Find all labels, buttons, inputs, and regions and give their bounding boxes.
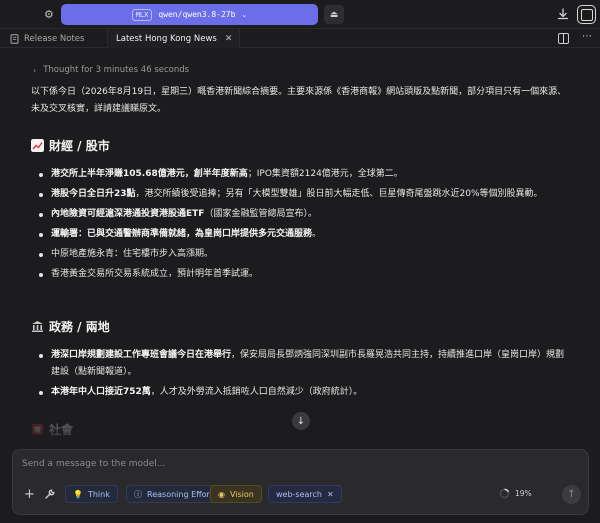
chevron-right-icon: › [33, 65, 37, 75]
chip-label: Vision [229, 489, 254, 499]
finance-list: 港交所上半年淨賺105.68億港元，創半年度新高；IPO集資額2124億港元，全… [38, 166, 572, 286]
tab-bar: Release Notes Latest Hong Kong News ✕ ⋯ [0, 28, 600, 48]
send-button[interactable]: ↑ [562, 485, 581, 504]
thought-label: Thought for 3 minutes 46 seconds [43, 65, 190, 75]
list-item: 本港年中人口接近752萬，人才及外勞流入抵銷咗人口自然減少（政府統計）。 [38, 384, 572, 401]
tab-label: Release Notes [24, 33, 85, 44]
list-item: 中原地產施永青：住宅樓市步入高漲期。 [38, 246, 572, 263]
government-icon [32, 321, 43, 332]
plus-icon[interactable]: + [24, 488, 35, 501]
eject-model-button[interactable]: ⏏ [324, 5, 344, 24]
chip-label: web-search [276, 489, 323, 499]
list-item: 運輸署：已與交通警辦商準備就緒，為皇崗口岸提供多元交通服務。 [38, 226, 572, 243]
message-composer: + 💡 Think ⓘ Reasoning Effort ◉ Vision we… [12, 449, 589, 515]
message-input[interactable] [22, 457, 562, 471]
context-usage-indicator: 19% [499, 488, 532, 499]
web-search-chip[interactable]: web-search ✕ [268, 485, 342, 503]
more-icon[interactable]: ⋯ [582, 31, 592, 42]
chip-label: Think [87, 489, 110, 499]
tab-release-notes[interactable]: Release Notes [0, 29, 108, 48]
intro-paragraph: 以下係今日（2026年8月19日，星期三）嘅香港新聞綜合摘要。主要來源係《香港商… [31, 87, 567, 114]
document-icon [10, 33, 19, 44]
section-heading-government: 政務 / 兩地 [31, 318, 110, 335]
list-item: 內地險資可經滬深港通投資港股通ETF（國家金融監管總局宣布）。 [38, 206, 572, 223]
list-item: 港股今日全日升23點，港交所績後受追捧；另有「大模型雙雄」股日前大幅走低、巨星傳… [38, 186, 572, 203]
model-selector[interactable]: MLX qwen/qwen3.8-27b ⌄ [61, 4, 318, 25]
bulb-icon: 💡 [73, 489, 83, 499]
section-title: 政務 / 兩地 [49, 320, 110, 334]
tab-latest-hong-kong-news[interactable]: Latest Hong Kong News ✕ [108, 29, 240, 48]
list-item: 港深口岸規劃建設工作專班會議今日在港舉行，保安局局長鄧炳強同深圳副市長羅晃浩共同… [38, 347, 572, 381]
window-toggle-icon[interactable] [577, 5, 596, 24]
chart-icon [31, 139, 44, 152]
list-item: 港交所上半年淨賺105.68億港元，創半年度新高；IPO集資額2124億港元，全… [38, 166, 572, 183]
tab-label: Latest Hong Kong News [116, 33, 217, 44]
thought-toggle[interactable]: › Thought for 3 minutes 46 seconds [33, 65, 189, 75]
model-name: qwen/qwen3.8-27b [158, 10, 236, 19]
close-icon[interactable]: ✕ [327, 490, 334, 499]
gear-icon[interactable]: ⚙ [44, 9, 55, 20]
vision-toggle[interactable]: ◉ Vision [210, 485, 262, 503]
chat-content: › Thought for 3 minutes 46 seconds 以下係今日… [0, 49, 600, 447]
section-title: 財經 / 股市 [49, 139, 110, 153]
progress-ring-icon [499, 488, 510, 499]
split-view-icon[interactable] [558, 33, 569, 44]
wrench-icon[interactable] [44, 488, 56, 500]
download-icon[interactable] [556, 7, 570, 21]
list-item: 香港黃金交易所交易系統成立，預計明年首季試運。 [38, 266, 572, 283]
eye-icon: ◉ [218, 489, 225, 499]
context-usage-label: 19% [515, 489, 532, 498]
scroll-to-bottom-button[interactable]: ↓ [292, 412, 310, 430]
info-icon: ⓘ [134, 489, 142, 499]
chip-label: Reasoning Effort [147, 489, 213, 499]
reasoning-effort-button[interactable]: ⓘ Reasoning Effort [126, 485, 221, 503]
top-bar: ⚙ MLX qwen/qwen3.8-27b ⌄ ⏏ [0, 0, 600, 28]
model-format-badge: MLX [131, 8, 153, 21]
think-toggle[interactable]: 💡 Think [65, 485, 118, 503]
chevron-down-icon: ⌄ [241, 10, 248, 19]
close-icon[interactable]: ✕ [225, 34, 233, 44]
section-heading-finance: 財經 / 股市 [31, 137, 110, 154]
government-list: 港深口岸規劃建設工作專班會議今日在港舉行，保安局局長鄧炳強同深圳副市長羅晃浩共同… [38, 347, 572, 404]
